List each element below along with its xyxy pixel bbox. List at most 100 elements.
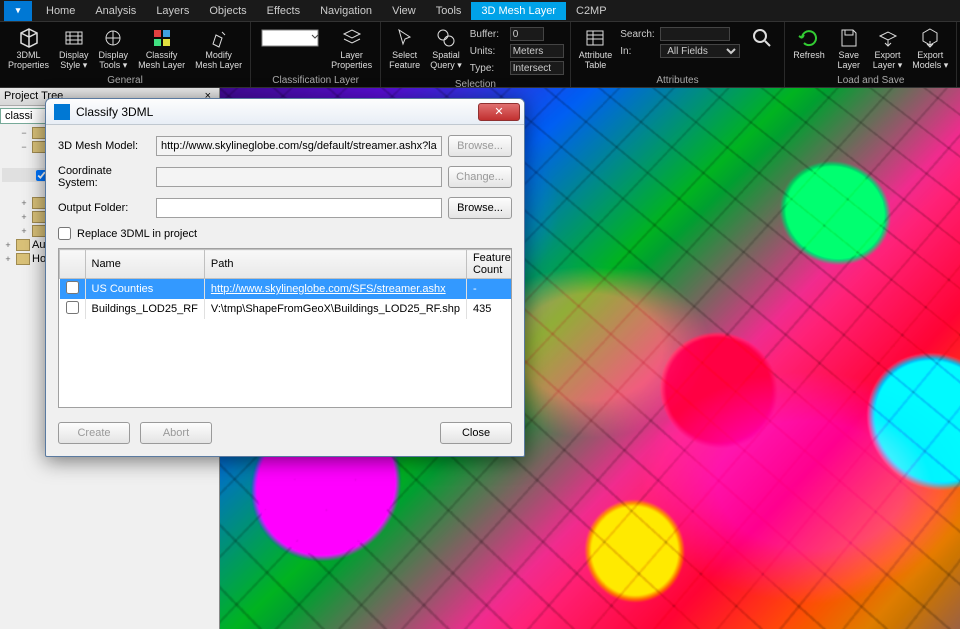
refresh-button[interactable]: Refresh (789, 24, 829, 63)
ribbon-group-label: Classification Layer (255, 74, 376, 87)
replace-3dml-checkbox[interactable] (58, 227, 71, 240)
ribbon-button-label: SaveLayer (838, 51, 861, 71)
export-layer-button[interactable]: ExportLayer ▾ (869, 24, 907, 73)
grid-cell-feature-count: 435 (466, 299, 512, 319)
spatial-query-icon (434, 26, 458, 50)
ribbon: 3DMLProperties DisplayStyle ▾DisplayTools… (0, 22, 960, 88)
tree-expander-icon[interactable]: + (18, 212, 30, 222)
display-style-button[interactable]: DisplayStyle ▾ (55, 24, 93, 73)
menu-tab-c2mp[interactable]: C2MP (566, 2, 617, 20)
ribbon-group-general: 3DMLProperties DisplayStyle ▾DisplayTools… (0, 22, 251, 87)
display-tools-icon (101, 26, 125, 50)
modify-button[interactable]: ModifyMesh Layer (191, 24, 246, 73)
abort-button[interactable]: Abort (140, 422, 212, 444)
output-folder-label: Output Folder: (58, 202, 150, 214)
ribbon-button-label: Refresh (793, 51, 825, 61)
search-input[interactable] (660, 27, 730, 41)
layer-select-button[interactable] (255, 24, 325, 53)
export-layer-icon (876, 26, 900, 50)
ribbon-button-label: LayerProperties (331, 51, 372, 71)
layers-grid[interactable]: NamePathFeature CountBufferUS Countiesht… (58, 248, 512, 408)
menu-tab-3d-mesh-layer[interactable]: 3D Mesh Layer (471, 2, 566, 20)
classify-3dml-dialog: Classify 3DML ✕ 3D Mesh Model: Browse...… (45, 98, 525, 457)
ribbon-group-label: General (4, 74, 246, 87)
classify-icon (150, 26, 174, 50)
modify-icon (207, 26, 231, 50)
ribbon-button-label: 3DMLProperties (8, 51, 49, 71)
tree-expander-icon[interactable]: + (2, 240, 14, 250)
attr-table-icon (583, 26, 607, 50)
grid-header-path[interactable]: Path (204, 250, 466, 279)
spatial-query-button[interactable]: SpatialQuery ▾ (426, 24, 466, 73)
output-browse-button[interactable]: Browse... (448, 197, 512, 219)
menu-tab-navigation[interactable]: Navigation (310, 2, 382, 20)
dialog-icon (54, 104, 70, 120)
coord-system-input[interactable] (156, 167, 442, 187)
mesh-model-input[interactable] (156, 136, 442, 156)
menu-tab-tools[interactable]: Tools (426, 2, 472, 20)
app-icon[interactable]: ▾ (4, 1, 32, 21)
grid-row-checkbox[interactable] (66, 281, 79, 294)
ribbon-button-label: ModifyMesh Layer (195, 51, 242, 71)
grid-header-checkbox[interactable] (60, 250, 86, 279)
menu-tab-objects[interactable]: Objects (199, 2, 256, 20)
buffer-label: Buffer: (470, 29, 506, 40)
replace-3dml-label: Replace 3DML in project (77, 228, 197, 240)
ribbon-group-load-and-save: Refresh SaveLayer ExportLayer ▾ExportModel… (785, 22, 957, 87)
layer-select-icon (259, 26, 321, 50)
type-input[interactable] (510, 61, 564, 75)
folder-icon (32, 141, 46, 153)
units-input[interactable] (510, 44, 564, 58)
grid-row[interactable]: Buildings_LOD25_RFV:\tmp\ShapeFromGeoX\B… (60, 299, 513, 319)
ribbon-button-label: SelectFeature (389, 51, 420, 71)
menu-tab-analysis[interactable]: Analysis (85, 2, 146, 20)
cube-button[interactable]: 3DMLProperties (4, 24, 53, 73)
grid-header-name[interactable]: Name (85, 250, 204, 279)
search-label: Search: (620, 29, 656, 40)
ribbon-button-label: ExportLayer ▾ (873, 51, 903, 71)
tree-expander-icon[interactable]: + (18, 226, 30, 236)
menu-tab-home[interactable]: Home (36, 2, 85, 20)
menu-tab-effects[interactable]: Effects (257, 2, 310, 20)
close-button[interactable]: Close (440, 422, 512, 444)
cube-icon (17, 26, 41, 50)
tree-expander-icon[interactable]: − (18, 128, 30, 138)
display-style-icon (62, 26, 86, 50)
grid-row-checkbox[interactable] (66, 301, 79, 314)
mesh-model-browse-button[interactable]: Browse... (448, 135, 512, 157)
ribbon-group-selection: SelectFeature SpatialQuery ▾ Buffer: Units:… (381, 22, 571, 87)
search-button[interactable] (744, 24, 780, 53)
search-in-label: In: (620, 46, 656, 57)
classify-button[interactable]: ClassifyMesh Layer (134, 24, 189, 73)
attr-table-button[interactable]: AttributeTable (575, 24, 617, 73)
save-layer-button[interactable]: SaveLayer (831, 24, 867, 73)
menu-tab-layers[interactable]: Layers (146, 2, 199, 20)
display-tools-button[interactable]: DisplayTools ▾ (95, 24, 133, 73)
export-models-button[interactable]: ExportModels ▾ (908, 24, 952, 73)
buffer-input[interactable] (510, 27, 544, 41)
grid-row[interactable]: US Countieshttp://www.skylineglobe.com/S… (60, 279, 513, 300)
folder-icon (32, 127, 46, 139)
create-button[interactable]: Create (58, 422, 130, 444)
menu-tab-view[interactable]: View (382, 2, 426, 20)
dialog-close-button[interactable]: ✕ (478, 103, 520, 121)
grid-cell-name: US Counties (85, 279, 204, 300)
search-in-select[interactable]: All Fields (660, 44, 740, 58)
save-layer-icon (837, 26, 861, 50)
export-models-icon (918, 26, 942, 50)
coord-system-label: Coordinate System: (58, 165, 150, 189)
menu-bar: ▾ HomeAnalysisLayersObjectsEffectsNaviga… (0, 0, 960, 22)
coord-change-button[interactable]: Change... (448, 166, 512, 188)
grid-header-feature-count[interactable]: Feature Count (466, 250, 512, 279)
tree-expander-icon[interactable]: + (18, 198, 30, 208)
ribbon-button-label: SpatialQuery ▾ (430, 51, 462, 71)
tree-expander-icon[interactable]: − (18, 142, 30, 152)
output-folder-input[interactable] (156, 198, 442, 218)
tree-expander-icon[interactable]: + (2, 254, 14, 264)
ribbon-button-label: ClassifyMesh Layer (138, 51, 185, 71)
dialog-titlebar[interactable]: Classify 3DML ✕ (46, 99, 524, 125)
select-feature-button[interactable]: SelectFeature (385, 24, 424, 73)
layer-props-button[interactable]: LayerProperties (327, 24, 376, 73)
units-label: Units: (470, 46, 506, 57)
select-feature-icon (393, 26, 417, 50)
